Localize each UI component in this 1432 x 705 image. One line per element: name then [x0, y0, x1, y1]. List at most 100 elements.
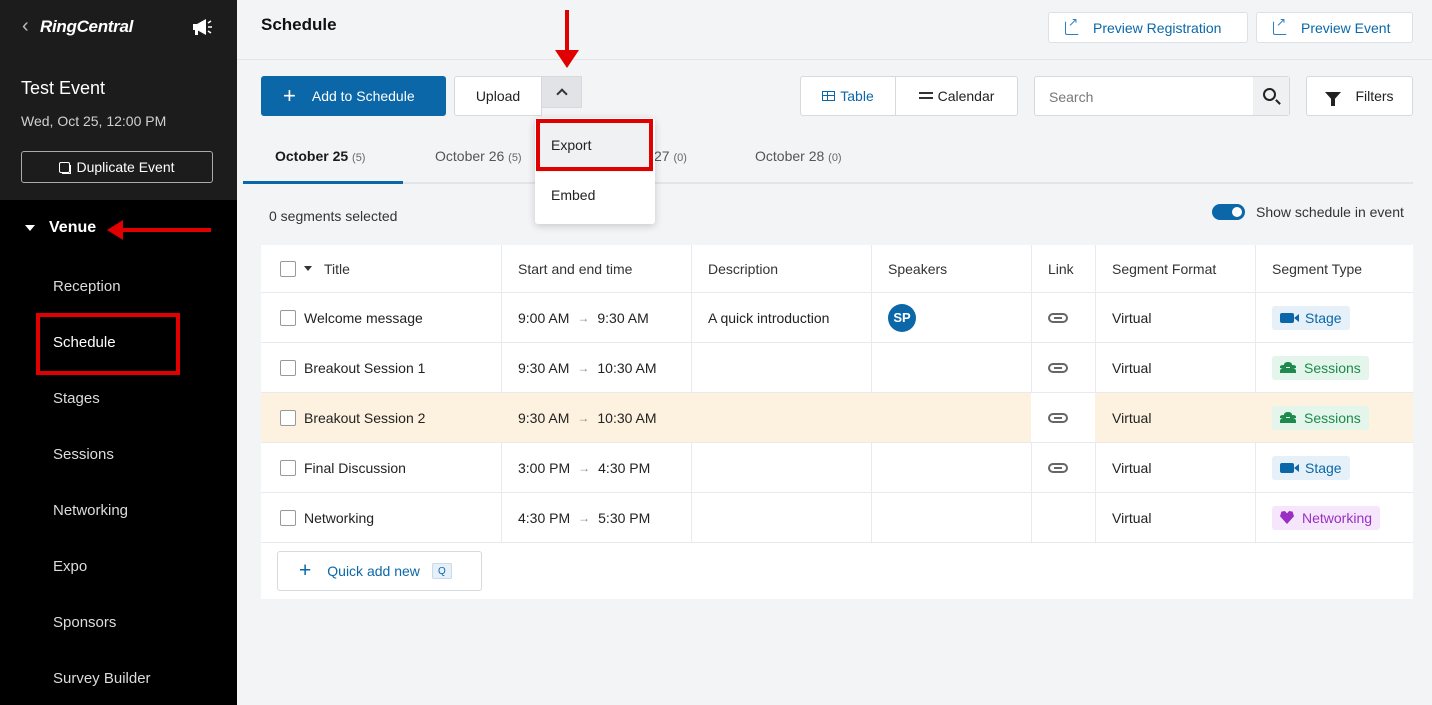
- row-checkbox[interactable]: [280, 359, 296, 376]
- preview-registration-label: Preview Registration: [1093, 19, 1222, 36]
- caret-down-icon[interactable]: [304, 266, 312, 271]
- megaphone-icon[interactable]: [190, 16, 214, 38]
- duplicate-event-label: Duplicate Event: [76, 159, 175, 175]
- people-icon: [1280, 411, 1296, 424]
- time-cell: 9:30 AM → 10:30 AM: [501, 393, 657, 442]
- link-icon[interactable]: [1048, 412, 1068, 423]
- link-icon[interactable]: [1048, 312, 1068, 323]
- table-row[interactable]: Networking 4:30 PM → 5:30 PM Virtual Netwo…: [261, 493, 1413, 543]
- calendar-view-button[interactable]: Calendar: [896, 77, 1017, 115]
- sidebar-item-reception[interactable]: Reception: [53, 278, 121, 295]
- view-toggle: Table Calendar: [800, 76, 1018, 116]
- preview-event-label: Preview Event: [1301, 19, 1391, 36]
- show-schedule-label: Show schedule in event: [1256, 204, 1404, 220]
- description-cell: A quick introduction: [708, 309, 830, 326]
- start-time: 9:30 AM: [518, 359, 570, 376]
- format-cell: Virtual: [1112, 309, 1152, 326]
- title-cell: Breakout Session 2: [263, 393, 425, 442]
- sidebar-item-networking[interactable]: Networking: [53, 502, 128, 519]
- title-cell: Welcome message: [263, 293, 423, 342]
- row-title: Breakout Session 1: [304, 359, 426, 376]
- filters-button[interactable]: Filters: [1306, 76, 1413, 116]
- annotation-arrow-left: [107, 220, 211, 240]
- tab-october-28[interactable]: October 28 (0): [755, 148, 842, 164]
- preview-event-button[interactable]: Preview Event: [1256, 12, 1413, 43]
- upload-menu-toggle[interactable]: [541, 76, 582, 108]
- copy-icon: [59, 161, 72, 174]
- calendar-view-label: Calendar: [937, 88, 995, 104]
- keyboard-shortcut-badge: Q: [431, 563, 452, 579]
- type-cell: Sessions: [1255, 343, 1369, 392]
- add-to-schedule-button[interactable]: + Add to Schedule: [261, 76, 446, 116]
- people-icon: [1280, 361, 1296, 374]
- sidebar-item-expo[interactable]: Expo: [53, 558, 87, 575]
- annotation-arrow-down: [555, 10, 579, 68]
- format-cell: Virtual: [1112, 459, 1152, 476]
- arrow-right-icon: →: [578, 510, 591, 525]
- duplicate-event-button[interactable]: Duplicate Event: [21, 151, 213, 183]
- table-view-label: Table: [840, 88, 874, 104]
- tab-count: (5): [352, 152, 366, 164]
- select-all-checkbox[interactable]: [280, 260, 296, 277]
- tab-label: October 25: [275, 148, 349, 164]
- upload-button[interactable]: Upload: [454, 76, 542, 116]
- quick-add-button[interactable]: + Quick add new Q: [277, 551, 482, 591]
- tab-october-27[interactable]: 27 (0): [654, 148, 687, 164]
- show-schedule-toggle[interactable]: [1212, 204, 1245, 220]
- plus-icon: +: [283, 83, 296, 108]
- row-title: Breakout Session 2: [304, 409, 426, 426]
- header-description: Description: [708, 260, 779, 277]
- menu-item-embed[interactable]: Embed: [551, 187, 595, 203]
- row-checkbox[interactable]: [280, 509, 296, 526]
- header-format: Segment Format: [1112, 260, 1217, 277]
- video-camera-icon: [1280, 312, 1299, 323]
- tab-october-26[interactable]: October 26 (5): [435, 148, 522, 164]
- table-row[interactable]: Final Discussion 3:00 PM → 4:30 PM Virtual…: [261, 443, 1413, 493]
- type-cell: Sessions: [1255, 393, 1369, 442]
- header-link: Link: [1048, 260, 1074, 277]
- tab-count: (5): [508, 152, 522, 164]
- search-input[interactable]: [1049, 87, 1239, 107]
- speaker-avatar[interactable]: SP: [888, 303, 916, 332]
- time-cell: 9:30 AM → 10:30 AM: [501, 343, 657, 392]
- header-title: Title: [324, 260, 350, 277]
- arrow-right-icon: →: [578, 460, 591, 475]
- back-chevron-icon[interactable]: ‹: [22, 16, 29, 36]
- sidebar-section-venue[interactable]: Venue: [25, 219, 96, 237]
- row-checkbox[interactable]: [280, 309, 296, 326]
- preview-registration-button[interactable]: Preview Registration: [1048, 12, 1248, 43]
- tab-label: October 28: [755, 148, 825, 164]
- search-button[interactable]: [1253, 77, 1289, 115]
- time-cell: 3:00 PM → 4:30 PM: [501, 443, 650, 492]
- row-checkbox[interactable]: [280, 409, 296, 426]
- tabs-divider: [243, 182, 1413, 184]
- table-view-button[interactable]: Table: [801, 77, 896, 115]
- table-row[interactable]: Breakout Session 2 9:30 AM → 10:30 AM Virt…: [261, 393, 1413, 443]
- type-label: Networking: [1302, 509, 1373, 526]
- tab-count: (0): [673, 152, 687, 164]
- speakers-cell: SP: [871, 293, 916, 342]
- row-checkbox[interactable]: [280, 459, 296, 476]
- header-time: Start and end time: [518, 260, 633, 277]
- sidebar-item-survey-builder[interactable]: Survey Builder: [53, 670, 151, 687]
- sidebar-item-sessions[interactable]: Sessions: [53, 446, 114, 463]
- title-cell: Final Discussion: [263, 443, 406, 492]
- link-icon[interactable]: [1048, 362, 1068, 373]
- time-cell: 9:00 AM → 9:30 AM: [501, 293, 649, 342]
- sidebar-header: ‹ RingCentral Test Event Wed, Oct 25, 12…: [0, 0, 237, 200]
- table-icon: [822, 91, 836, 101]
- end-time: 5:30 PM: [598, 509, 651, 526]
- link-cell: [1031, 293, 1068, 342]
- show-schedule-setting: Show schedule in event: [1212, 204, 1404, 220]
- sidebar-item-sponsors[interactable]: Sponsors: [53, 614, 116, 631]
- table-row[interactable]: Welcome message 9:00 AM → 9:30 AM A quick …: [261, 293, 1413, 343]
- format-cell: Virtual: [1112, 509, 1152, 526]
- header-type: Segment Type: [1272, 260, 1363, 277]
- tab-october-25[interactable]: October 25 (5): [275, 148, 365, 164]
- sidebar-item-stages[interactable]: Stages: [53, 390, 100, 407]
- table-row[interactable]: Breakout Session 1 9:30 AM → 10:30 AM Virt…: [261, 343, 1413, 393]
- active-tab-indicator: [243, 181, 403, 184]
- annotation-box-export: [536, 119, 653, 171]
- link-icon[interactable]: [1048, 462, 1068, 473]
- header-speakers: Speakers: [888, 260, 948, 277]
